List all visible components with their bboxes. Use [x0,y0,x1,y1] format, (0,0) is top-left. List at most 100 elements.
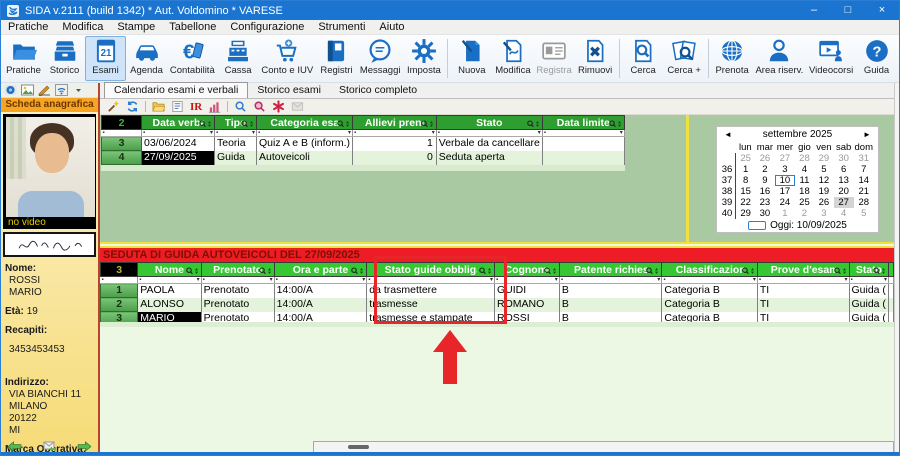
calendar-day[interactable]: 3 [814,208,834,219]
cell[interactable]: Categoria B [662,298,757,312]
toolbar-cerca[interactable]: Cerca [623,36,664,81]
cell[interactable] [542,151,624,165]
calendar-day[interactable]: 19 [814,186,834,197]
cell[interactable]: Quiz A e B (inform.) [257,137,353,151]
toolbar-registra[interactable]: Registra [533,36,574,81]
tab-storico-completo[interactable]: Storico completo [330,83,426,98]
maximize-button[interactable]: □ [831,1,865,20]
sort-filter-icons[interactable] [479,266,492,277]
cell[interactable]: da trasmettere [367,284,495,298]
calendar-day[interactable]: 27 [834,197,854,208]
cell[interactable]: Verbale da cancellare [436,137,542,151]
sort-filter-icons[interactable] [742,266,755,277]
sort-filter-icons[interactable] [873,266,886,277]
toolbar-prenota[interactable]: Prenota [712,36,753,81]
column-filter[interactable]: ▪▾ [274,277,367,284]
calendar-day[interactable]: 10 [775,175,795,186]
column-header-allievi-prenotati[interactable]: Allievi prenotati [353,116,437,130]
sort-filter-icons[interactable] [259,266,272,277]
cell[interactable] [542,137,624,151]
column-filter[interactable]: ▪▾ [257,130,353,137]
calendar-day[interactable]: 2 [795,208,814,219]
table-row[interactable]: 427/09/2025GuidaAutoveicoli0Seduta apert… [102,151,625,165]
today-box[interactable] [748,221,766,230]
calendar-day[interactable]: 6 [834,164,854,175]
toolbar-videocorsi[interactable]: Videocorsi [806,36,856,81]
column-header-data-limite[interactable]: Data limite [542,116,624,130]
calendar-day[interactable]: 18 [795,186,814,197]
wifi-icon[interactable] [55,84,68,96]
zoom-icon[interactable] [234,100,247,113]
toolbar-imposta[interactable]: Imposta [403,36,444,81]
cell[interactable]: Guida [215,151,257,165]
calendar-next-icon[interactable]: ► [862,130,872,139]
cell[interactable]: TI [757,298,849,312]
cell[interactable]: 27/09/2025 [142,151,215,165]
toolbar-cassa[interactable]: Cassa [218,36,259,81]
cell[interactable]: Seduta aperta [436,151,542,165]
calendar-day[interactable]: 4 [834,208,854,219]
mail-icon[interactable] [291,100,304,113]
column-filter[interactable]: ▪▾ [662,277,757,284]
column-header-ora-e-parte[interactable]: Ora e parte [274,263,367,277]
toolbar-registri[interactable]: Registri [316,36,357,81]
calendar-day[interactable]: 5 [814,164,834,175]
column-filter[interactable]: ▪▾ [849,277,889,284]
column-header-prove-d-esame[interactable]: Prove d'esame [757,263,849,277]
row-number[interactable]: 2 [101,298,138,312]
calendar-day[interactable]: 17 [775,186,795,197]
column-header-nome[interactable]: Nome [138,263,201,277]
cell[interactable]: TI [757,284,849,298]
cell[interactable]: PAOLA [138,284,201,298]
cell[interactable]: B [559,284,662,298]
calendar-day[interactable]: 7 [854,164,875,175]
open-folder-icon[interactable] [152,100,165,113]
calendar-day[interactable]: 1 [775,208,795,219]
cell[interactable]: 1 [353,137,437,151]
photo-icon[interactable] [21,84,34,96]
scrollbar-thumb[interactable] [348,445,369,449]
table-row[interactable]: 2ALONSOPrenotato14:00/AtrasmesseROMANOBC… [101,298,894,312]
calendar-day[interactable]: 11 [795,175,814,186]
calendar-day[interactable]: 5 [854,208,875,219]
column-header-tipo[interactable]: Tipo [215,116,257,130]
sort-filter-icons[interactable] [351,266,364,277]
calendar-day[interactable]: 26 [814,197,834,208]
toolbar-area-riserv[interactable]: Area riserv. [753,36,807,81]
tab-calendario-esami-e-verbali[interactable]: Calendario esami e verbali [104,82,248,98]
calendar-day[interactable]: 27 [775,153,795,164]
today-label[interactable]: Oggi: 10/09/2025 [770,220,847,231]
cell[interactable]: Categoria B [662,284,757,298]
cell[interactable]: trasmesse [367,298,495,312]
column-filter[interactable]: ▪ [101,277,138,284]
table-row[interactable]: 303/06/2024TeoriaQuiz A e B (inform.)1Ve… [102,137,625,151]
next-student-arrow-icon[interactable] [77,441,92,452]
cell[interactable]: 0 [353,151,437,165]
sort-filter-icons[interactable] [646,266,659,277]
sort-filter-icons[interactable] [241,119,254,130]
calendar-day[interactable]: 30 [834,153,854,164]
column-filter[interactable]: ▪▾ [215,130,257,137]
column-header-stato[interactable]: Stato [436,116,542,130]
chevron-down-icon[interactable] [72,84,85,96]
calendar-day[interactable]: 29 [736,208,755,219]
column-filter[interactable]: ▪▾ [353,130,437,137]
calendar-day[interactable]: 4 [795,164,814,175]
calendar-day[interactable]: 20 [834,186,854,197]
cell[interactable]: 14:00/A [274,298,367,312]
column-filter[interactable]: ▪▾ [436,130,542,137]
sort-filter-icons[interactable] [527,119,540,130]
calendar-day[interactable]: 24 [775,197,795,208]
calendar-day[interactable]: 14 [854,175,875,186]
calendar-day[interactable]: 28 [795,153,814,164]
toolbar-guida[interactable]: ?Guida [856,36,897,81]
cell[interactable]: Teoria [215,137,257,151]
refresh-icon[interactable] [126,100,139,113]
ir-icon[interactable]: IR [190,101,202,113]
cell[interactable]: B [559,298,662,312]
sort-filter-icons[interactable] [199,119,212,130]
toolbar-messaggi[interactable]: Messaggi [357,36,403,81]
calendar-day[interactable]: 21 [854,186,875,197]
column-header-stato[interactable]: Stato [849,263,889,277]
cell[interactable]: Autoveicoli [257,151,353,165]
